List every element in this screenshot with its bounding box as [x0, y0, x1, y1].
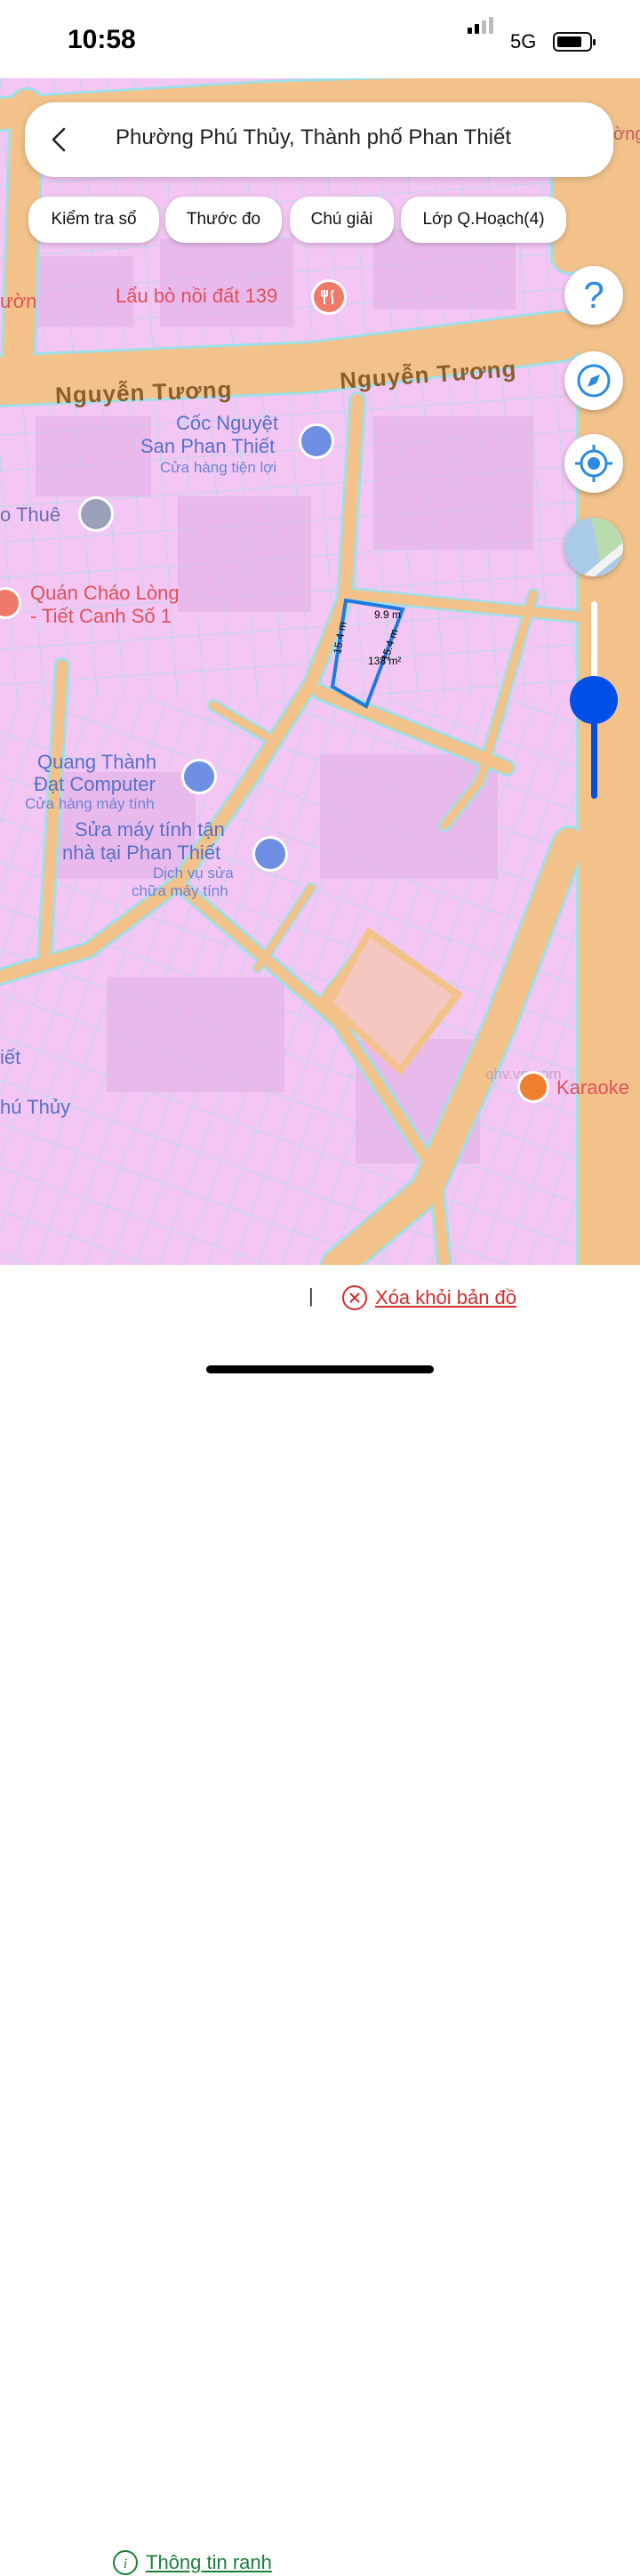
- location-title: Phường Phú Thủy, Thành phố Phan Thiết: [116, 125, 512, 149]
- poi-label: Sửa máy tính tận: [75, 818, 225, 841]
- clock: 10:58: [68, 25, 136, 54]
- help-button[interactable]: ?: [564, 266, 623, 325]
- poi-label: Cửa hàng tiện lợi: [160, 459, 277, 476]
- karaoke-icon[interactable]: [517, 1071, 549, 1103]
- location-bar[interactable]: Phường Phú Thủy, Thành phố Phan Thiết: [25, 102, 613, 177]
- poi-label: Đạt Computer: [34, 773, 156, 795]
- home-indicator[interactable]: [206, 1365, 434, 1373]
- poi-label: Quang Thành: [37, 751, 157, 773]
- poi-label: - Tiết Canh Số 1: [30, 605, 172, 627]
- poi-label: Quán Cháo Lòng: [30, 582, 180, 604]
- battery-icon: [553, 32, 596, 52]
- map-type-button[interactable]: [564, 518, 623, 576]
- place-icon[interactable]: [78, 496, 114, 532]
- shop-icon[interactable]: [299, 423, 334, 459]
- compass-icon: [577, 364, 611, 398]
- parcel-area: 138 m²: [368, 655, 402, 667]
- poi-label: nhà tại Phan Thiết: [62, 841, 221, 864]
- poi-label: Dịch vụ sửa: [153, 865, 234, 881]
- info-icon: i: [113, 2550, 138, 2575]
- poi-label: Cốc Nguyệt: [176, 412, 278, 434]
- back-icon[interactable]: [46, 125, 73, 154]
- status-bar: 10:58 5G: [0, 0, 640, 78]
- zoom-slider-handle[interactable]: [570, 676, 618, 724]
- boundary-info-link[interactable]: i Thông tin ranh: [112, 2549, 272, 2576]
- boundary-info-label: Thông tin ranh: [146, 2551, 272, 2573]
- map-view[interactable]: 9.9 m 15.4 m 15.4 m 138 m² Nguyễn Tương …: [0, 78, 640, 1265]
- remove-from-map-label: Xóa khỏi bản đồ: [375, 1286, 517, 1308]
- poi-label: San Phan Thiết: [140, 435, 276, 457]
- network-type: 5G: [510, 30, 537, 52]
- map-layer-icon: [564, 518, 623, 576]
- poi-label: chữa máy tính: [132, 882, 228, 899]
- separator: |: [308, 1284, 314, 1307]
- area-label: iết: [0, 1046, 21, 1068]
- chip-legend[interactable]: Chú giải: [290, 197, 394, 243]
- restaurant-icon[interactable]: [311, 279, 347, 315]
- parcel-side-top: 9.9 m: [374, 608, 402, 621]
- chip-planning-layer[interactable]: Lớp Q.Hoạch(4): [401, 197, 566, 243]
- poi-label: Lẩu bò nồi đất 139: [116, 285, 278, 307]
- compass-button[interactable]: [564, 351, 623, 410]
- poi-label: ườn: [0, 290, 37, 312]
- question-icon: ?: [583, 274, 604, 316]
- shop-icon[interactable]: [252, 836, 288, 872]
- poi-label: Cửa hàng máy tính: [25, 795, 155, 812]
- chip-ruler[interactable]: Thước đo: [165, 197, 282, 243]
- poi-label: Karaoke: [556, 1076, 629, 1099]
- poi-label: o Thuê: [0, 503, 61, 526]
- locate-button[interactable]: [564, 434, 623, 493]
- remove-from-map-link[interactable]: Xóa khỏi bản đồ: [341, 1284, 516, 1311]
- svg-text:i: i: [124, 2556, 127, 2572]
- poi-label: ờng: [613, 125, 640, 144]
- area-label: hú Thủy: [0, 1096, 71, 1118]
- chip-check-book[interactable]: Kiểm tra sổ: [28, 197, 159, 243]
- shop-icon[interactable]: [181, 759, 217, 794]
- close-circle-icon: [342, 1285, 367, 1310]
- crosshair-icon: [575, 445, 612, 482]
